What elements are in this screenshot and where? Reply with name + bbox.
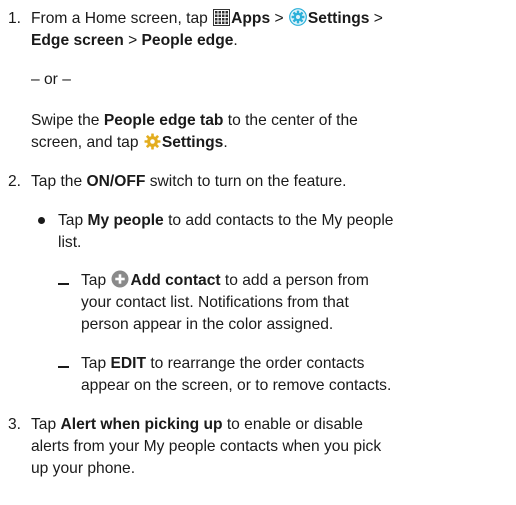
apps-grid-icon: [213, 9, 231, 32]
separator: >: [369, 10, 383, 27]
or-separator: – or –: [31, 71, 71, 88]
edge-screen-label: Edge screen: [31, 32, 124, 49]
sub-text: Tap: [81, 272, 111, 289]
alt-line-2: screen, and tap Settings.: [31, 132, 228, 156]
my-people-label: My people: [87, 212, 164, 229]
settings-label-2: Settings: [161, 134, 224, 151]
period: .: [233, 32, 238, 49]
on-off-label: ON/OFF: [86, 173, 146, 190]
add-contact-label: Add contact: [130, 272, 221, 289]
step-3-line-1: Tap Alert when picking up to enable or d…: [31, 414, 363, 435]
sub-2-line-1: Tap EDIT to rearrange the order contacts: [81, 353, 364, 374]
sub-1-line-1: Tap Add contact to add a person from: [81, 270, 369, 294]
step-2-text: switch to turn on the feature.: [145, 173, 347, 190]
settings-gear-icon: [289, 8, 307, 32]
bullet-text: Tap: [58, 212, 88, 229]
instruction-document: 1. From a Home screen, tap Apps > Settin…: [0, 0, 516, 505]
bullet-line-2: list.: [58, 234, 82, 251]
step-1-line-2: Edge screen > People edge.: [31, 30, 238, 51]
separator: >: [123, 32, 142, 49]
people-edge-tab-label: People edge tab: [103, 112, 224, 129]
step-2-text: Tap the: [31, 173, 87, 190]
alt-text: to the center of the: [223, 112, 358, 129]
step-1-number: 1.: [8, 10, 22, 27]
sub-item-dash: [58, 283, 69, 285]
period: .: [223, 134, 228, 151]
apps-label: Apps: [231, 10, 271, 27]
step-3-line-2: alerts from your My people contacts when…: [31, 438, 382, 455]
step-3-text: Tap: [31, 416, 61, 433]
sub-1-line-2: your contact list. Notifications from th…: [81, 294, 349, 311]
people-edge-label: People edge: [141, 32, 234, 49]
step-3-number: 3.: [8, 416, 22, 433]
sub-2-line-2: appear on the screen, or to remove conta…: [81, 377, 392, 394]
step-3-line-3: up your phone.: [31, 460, 136, 477]
alt-line-1: Swipe the People edge tab to the center …: [31, 110, 358, 131]
step-2-line-1: Tap the ON/OFF switch to turn on the fea…: [31, 171, 347, 192]
separator: >: [270, 10, 288, 27]
step-1-text: From a Home screen, tap: [31, 10, 213, 27]
alt-text: Swipe the: [31, 112, 104, 129]
sub-text: Tap: [81, 355, 111, 372]
sub-item-dash: [58, 366, 69, 368]
sub-text: to add a person from: [220, 272, 369, 289]
bullet-text: to add contacts to the My people: [163, 212, 394, 229]
settings-label: Settings: [307, 10, 370, 27]
alt-text: screen, and tap: [31, 134, 143, 151]
sub-1-line-3: person appear in the color assigned.: [81, 316, 334, 333]
step-3-text: to enable or disable: [222, 416, 363, 433]
edit-label: EDIT: [110, 355, 147, 372]
step-2-number: 2.: [8, 173, 22, 190]
add-circle-icon: [111, 270, 129, 294]
bullet-dot: [38, 217, 45, 224]
sub-text: to rearrange the order contacts: [146, 355, 365, 372]
bullet-line-1: Tap My people to add contacts to the My …: [58, 210, 393, 231]
alert-label: Alert when picking up: [60, 416, 223, 433]
gear-icon: [144, 133, 161, 156]
step-1-line-1: From a Home screen, tap Apps > Settings …: [31, 8, 383, 32]
